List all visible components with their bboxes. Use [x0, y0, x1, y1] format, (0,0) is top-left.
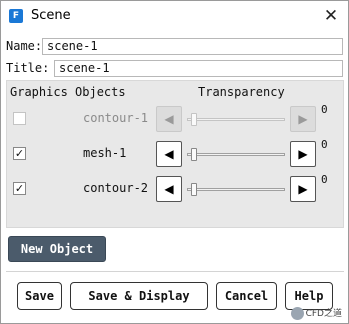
watermark-logo-icon: [290, 307, 304, 320]
save-button[interactable]: Save: [17, 282, 62, 310]
app-icon: F: [9, 9, 23, 23]
increase-transparency-button[interactable]: ▶: [290, 106, 316, 132]
divider: [6, 271, 344, 272]
arrow-right-icon: ▶: [298, 112, 308, 126]
scene-dialog: F Scene ✕ Name: scene-1 Title: scene-1 G…: [0, 0, 349, 324]
slider-thumb[interactable]: [191, 183, 197, 196]
object-name: contour-1: [83, 111, 149, 125]
visibility-checkbox[interactable]: [13, 112, 26, 125]
transparency-value: 0: [321, 138, 328, 151]
increase-transparency-button[interactable]: ▶: [290, 141, 316, 167]
transparency-slider[interactable]: [187, 118, 285, 121]
cancel-button[interactable]: Cancel: [216, 282, 277, 310]
transparency-value: 0: [321, 103, 328, 116]
visibility-checkbox[interactable]: ✓: [13, 182, 26, 195]
name-label: Name:: [6, 39, 43, 53]
transparency-value: 0: [321, 173, 328, 186]
transparency-header: Transparency: [198, 85, 285, 99]
title-label: Title:: [6, 61, 50, 75]
name-input[interactable]: scene-1: [42, 38, 343, 55]
object-row-contour-2: ✓ contour-2 ◀ ▶ 0: [7, 173, 343, 204]
slider-thumb[interactable]: [191, 113, 197, 126]
arrow-left-icon: ◀: [164, 112, 174, 126]
decrease-transparency-button[interactable]: ◀: [156, 141, 182, 167]
close-button[interactable]: ✕: [320, 5, 342, 27]
graphics-objects-panel: Graphics Objects Transparency contour-1 …: [6, 80, 344, 228]
title-input[interactable]: scene-1: [54, 60, 343, 77]
increase-transparency-button[interactable]: ▶: [290, 176, 316, 202]
object-row-mesh-1: ✓ mesh-1 ◀ ▶ 0: [7, 138, 343, 169]
graphics-objects-header: Graphics Objects: [10, 85, 126, 99]
arrow-right-icon: ▶: [298, 182, 308, 196]
new-object-button[interactable]: New Object: [8, 236, 106, 262]
slider-thumb[interactable]: [191, 148, 197, 161]
close-icon: ✕: [323, 6, 339, 26]
watermark-text: CFD之道: [305, 309, 342, 319]
arrow-left-icon: ◀: [164, 147, 174, 161]
decrease-transparency-button[interactable]: ◀: [156, 176, 182, 202]
title-bar: F Scene ✕: [1, 1, 348, 32]
transparency-slider[interactable]: [187, 188, 285, 191]
arrow-right-icon: ▶: [298, 147, 308, 161]
arrow-left-icon: ◀: [164, 182, 174, 196]
decrease-transparency-button[interactable]: ◀: [156, 106, 182, 132]
object-name: contour-2: [83, 181, 149, 195]
visibility-checkbox[interactable]: ✓: [13, 147, 26, 160]
object-row-contour-1: contour-1 ◀ ▶ 0: [7, 103, 343, 134]
save-and-display-button[interactable]: Save & Display: [70, 282, 208, 310]
window-title: Scene: [31, 8, 71, 23]
watermark: CFD之道: [290, 306, 342, 320]
object-name: mesh-1: [83, 146, 127, 160]
transparency-slider[interactable]: [187, 153, 285, 156]
